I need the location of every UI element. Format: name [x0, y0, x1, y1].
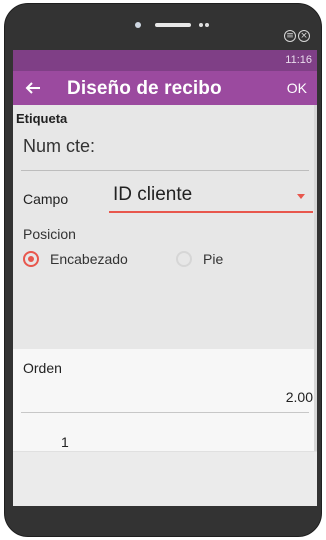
page-title: Diseño de recibo [67, 78, 222, 99]
ok-button[interactable]: OK [287, 80, 307, 96]
form-top-section: Etiqueta Num cte: Campo ID cliente Posic… [13, 105, 317, 349]
device-frame: ≡ × 11:16 Diseño de recibo OK Etiqueta N… [4, 3, 322, 537]
posicion-label: Posicion [23, 226, 76, 242]
app-bar: Diseño de recibo OK [13, 71, 317, 105]
campo-select-value: ID cliente [113, 184, 193, 205]
etiqueta-label: Etiqueta [16, 111, 68, 126]
radio-pie-label: Pie [203, 251, 224, 267]
etiqueta-input[interactable]: Num cte: [23, 136, 95, 157]
orden-input[interactable]: 2.00 [286, 389, 313, 405]
status-time: 11:16 [285, 54, 312, 66]
device-screen: 11:16 Diseño de recibo OK Etiqueta Num c… [13, 50, 317, 506]
form-content: Etiqueta Num cte: Campo ID cliente Posic… [13, 105, 317, 506]
etiqueta-underline [21, 170, 309, 171]
front-camera-icon [135, 22, 141, 28]
menu-circle-icon[interactable]: ≡ [284, 30, 296, 42]
speaker-icon [155, 23, 191, 27]
orden-underline [21, 412, 309, 413]
radio-pie[interactable]: Pie [176, 251, 223, 267]
list-item[interactable]: 1 [61, 434, 69, 450]
sensor-icon [199, 23, 203, 27]
status-bar: 11:16 [13, 50, 317, 71]
radio-unchecked-icon[interactable] [176, 251, 192, 267]
campo-label: Campo [23, 191, 69, 207]
radio-encabezado[interactable]: Encabezado [23, 251, 128, 267]
orden-label: Orden [23, 360, 62, 376]
radio-encabezado-label: Encabezado [50, 251, 128, 267]
back-arrow-icon[interactable] [23, 78, 43, 98]
chevron-down-icon [297, 194, 305, 199]
campo-select[interactable]: ID cliente [109, 181, 313, 213]
bottom-navigation-area [13, 451, 317, 506]
scrollbar[interactable] [314, 105, 317, 506]
sensor-icon [205, 23, 209, 27]
radio-checked-icon[interactable] [23, 251, 39, 267]
close-circle-icon[interactable]: × [298, 30, 310, 42]
